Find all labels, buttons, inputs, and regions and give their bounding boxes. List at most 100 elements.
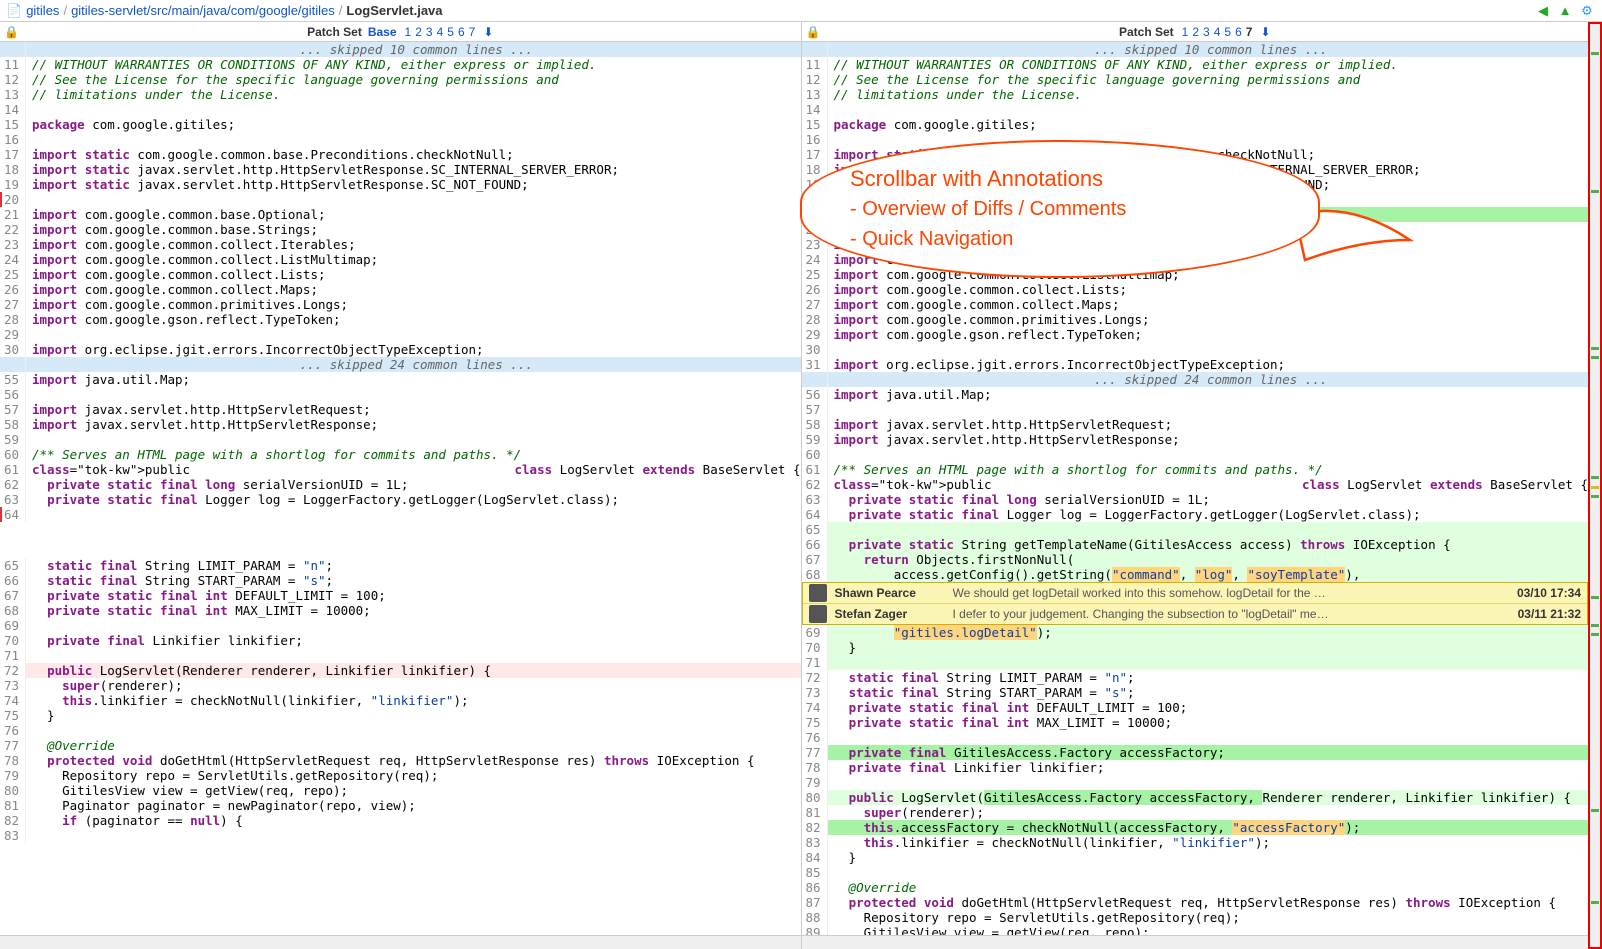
code-line[interactable]: 71 <box>0 648 801 663</box>
code-line[interactable]: 60 <box>802 447 1589 462</box>
scrollbar-mark[interactable] <box>1591 596 1599 599</box>
code-line[interactable]: 27import com.google.common.collect.Maps; <box>802 297 1589 312</box>
code-line[interactable]: 75 private static final int MAX_LIMIT = … <box>802 715 1589 730</box>
code-line[interactable]: 69 "gitiles.logDetail"); <box>802 625 1589 640</box>
patchset-num-link[interactable]: 5 <box>445 25 456 39</box>
code-line[interactable]: 57 <box>802 402 1589 417</box>
code-line[interactable]: 70 } <box>802 640 1589 655</box>
code-line[interactable]: 65 <box>802 522 1589 537</box>
scrollbar-mark[interactable] <box>1591 486 1599 489</box>
comment-row[interactable]: Shawn PearceWe should get logDetail work… <box>803 583 1588 604</box>
code-line[interactable]: 24import com.google.common.collect.ListM… <box>0 252 801 267</box>
code-line[interactable]: 88 Repository repo = ServletUtils.getRep… <box>802 910 1589 925</box>
annotated-scrollbar[interactable] <box>1588 22 1602 949</box>
code-line[interactable]: 66 static final String START_PARAM = "s"… <box>0 573 801 588</box>
code-line[interactable]: 81 Paginator paginator = newPaginator(re… <box>0 798 801 813</box>
code-line[interactable]: 74 this.linkifier = checkNotNull(linkifi… <box>0 693 801 708</box>
code-line[interactable]: 63 private static final Logger log = Log… <box>0 492 801 507</box>
patchset-num-link[interactable]: 7 <box>467 25 478 39</box>
code-line[interactable]: 58import javax.servlet.http.HttpServletR… <box>802 417 1589 432</box>
code-line[interactable]: 15package com.google.gitiles; <box>0 117 801 132</box>
patchset-num-link[interactable]: 4 <box>1212 25 1223 39</box>
skip-line[interactable]: ... skipped 10 common lines ... <box>802 42 1589 57</box>
code-line[interactable]: 71 <box>802 655 1589 670</box>
code-line[interactable]: 57import javax.servlet.http.HttpServletR… <box>0 402 801 417</box>
code-line[interactable]: 81 super(renderer); <box>802 805 1589 820</box>
code-line[interactable]: 66 private static String getTemplateName… <box>802 537 1589 552</box>
patchset-num-link[interactable]: 1 <box>1180 25 1191 39</box>
code-line[interactable]: 16 <box>802 132 1589 147</box>
code-line[interactable]: 82 this.accessFactory = checkNotNull(acc… <box>802 820 1589 835</box>
patchset-num-link[interactable]: 1 <box>403 25 414 39</box>
code-line[interactable]: 30import org.eclipse.jgit.errors.Incorre… <box>0 342 801 357</box>
code-line[interactable]: 62class="tok-kw">public class LogServlet… <box>802 477 1589 492</box>
code-line[interactable]: 76 <box>802 730 1589 745</box>
code-line[interactable]: 80 GitilesView view = getView(req, repo)… <box>0 783 801 798</box>
code-line[interactable]: 21import com.google.common.base.Optional… <box>0 207 801 222</box>
code-line[interactable]: 11// WITHOUT WARRANTIES OR CONDITIONS OF… <box>802 57 1589 72</box>
code-line[interactable]: 14 <box>802 102 1589 117</box>
code-line[interactable]: 30 <box>802 342 1589 357</box>
breadcrumb-link[interactable]: gitiles-servlet/src/main/java/com/google… <box>71 3 335 18</box>
code-line[interactable]: 77 private final GitilesAccess.Factory a… <box>802 745 1589 760</box>
code-line[interactable]: 31import org.eclipse.jgit.errors.Incorre… <box>802 357 1589 372</box>
code-line[interactable]: 63 private static final long serialVersi… <box>802 492 1589 507</box>
code-line[interactable]: 82 if (paginator == null) { <box>0 813 801 828</box>
skip-line[interactable]: ... skipped 10 common lines ... <box>0 42 801 57</box>
code-line[interactable]: 25import com.google.common.collect.Lists… <box>0 267 801 282</box>
code-line[interactable]: 78 private final Linkifier linkifier; <box>802 760 1589 775</box>
code-line[interactable]: 12// See the License for the specific la… <box>802 72 1589 87</box>
breadcrumb-link[interactable]: gitiles <box>26 3 59 18</box>
scrollbar-mark[interactable] <box>1591 190 1599 193</box>
code-line[interactable]: 61/** Serves an HTML page with a shortlo… <box>802 462 1589 477</box>
scrollbar-mark[interactable] <box>1591 347 1599 350</box>
code-line[interactable]: 13// limitations under the License. <box>0 87 801 102</box>
code-line[interactable]: 68 private static final int MAX_LIMIT = … <box>0 603 801 618</box>
code-line[interactable]: 59 <box>0 432 801 447</box>
settings-icon[interactable]: ⚙ <box>1578 2 1596 20</box>
code-line[interactable]: 77 @Override <box>0 738 801 753</box>
prev-diff-icon[interactable]: ◀ <box>1534 2 1552 20</box>
code-line[interactable]: 78 protected void doGetHtml(HttpServletR… <box>0 753 801 768</box>
code-line[interactable]: 72 static final String LIMIT_PARAM = "n"… <box>802 670 1589 685</box>
code-line[interactable]: 28import com.google.common.primitives.Lo… <box>802 312 1589 327</box>
code-line[interactable]: 68 access.getConfig().getString("command… <box>802 567 1589 582</box>
scrollbar-mark[interactable] <box>1591 633 1599 636</box>
patchset-num-link[interactable]: 4 <box>435 25 446 39</box>
patchset-num-link[interactable]: 6 <box>1233 25 1244 39</box>
code-line[interactable]: 17import static com.google.common.base.P… <box>0 147 801 162</box>
code-line[interactable]: 11// WITHOUT WARRANTIES OR CONDITIONS OF… <box>0 57 801 72</box>
base-link[interactable]: Base <box>368 25 397 39</box>
scrollbar-mark[interactable] <box>1591 356 1599 359</box>
code-line[interactable]: 22import com.google.common.base.Strings; <box>0 222 801 237</box>
skip-line[interactable]: ... skipped 24 common lines ... <box>0 357 801 372</box>
code-line[interactable]: 18import static javax.servlet.http.HttpS… <box>0 162 801 177</box>
code-line[interactable]: 26import com.google.common.collect.Maps; <box>0 282 801 297</box>
patchset-num-link[interactable]: 6 <box>456 25 467 39</box>
code-line[interactable]: 64 <box>0 507 801 522</box>
code-line[interactable]: 23import com.google.common.collect.Itera… <box>0 237 801 252</box>
code-line[interactable]: 73 static final String START_PARAM = "s"… <box>802 685 1589 700</box>
code-line[interactable]: 83 this.linkifier = checkNotNull(linkifi… <box>802 835 1589 850</box>
code-line[interactable]: 80 public LogServlet(GitilesAccess.Facto… <box>802 790 1589 805</box>
code-line[interactable]: 86 @Override <box>802 880 1589 895</box>
code-line[interactable]: 84 } <box>802 850 1589 865</box>
code-line[interactable]: 75 } <box>0 708 801 723</box>
code-line[interactable]: 70 private final Linkifier linkifier; <box>0 633 801 648</box>
code-line[interactable]: 83 <box>0 828 801 843</box>
patchset-num-link[interactable]: 3 <box>1201 25 1212 39</box>
code-line[interactable]: 14 <box>0 102 801 117</box>
code-line[interactable]: 29 <box>0 327 801 342</box>
skip-line[interactable]: ... skipped 24 common lines ... <box>802 372 1589 387</box>
scrollbar-mark[interactable] <box>1591 476 1599 479</box>
code-line[interactable]: 19import static javax.servlet.http.HttpS… <box>0 177 801 192</box>
comment-row[interactable]: Stefan ZagerI defer to your judgement. C… <box>803 604 1588 624</box>
code-line[interactable]: 13// limitations under the License. <box>802 87 1589 102</box>
code-line[interactable]: 74 private static final int DEFAULT_LIMI… <box>802 700 1589 715</box>
code-line[interactable]: 64 private static final Logger log = Log… <box>802 507 1589 522</box>
up-to-change-icon[interactable]: ▲ <box>1556 2 1574 20</box>
code-line[interactable]: 62 private static final long serialVersi… <box>0 477 801 492</box>
code-line[interactable]: 20 <box>0 192 801 207</box>
download-icon[interactable]: ⬇ <box>483 25 493 39</box>
code-line[interactable]: 56import java.util.Map; <box>802 387 1589 402</box>
